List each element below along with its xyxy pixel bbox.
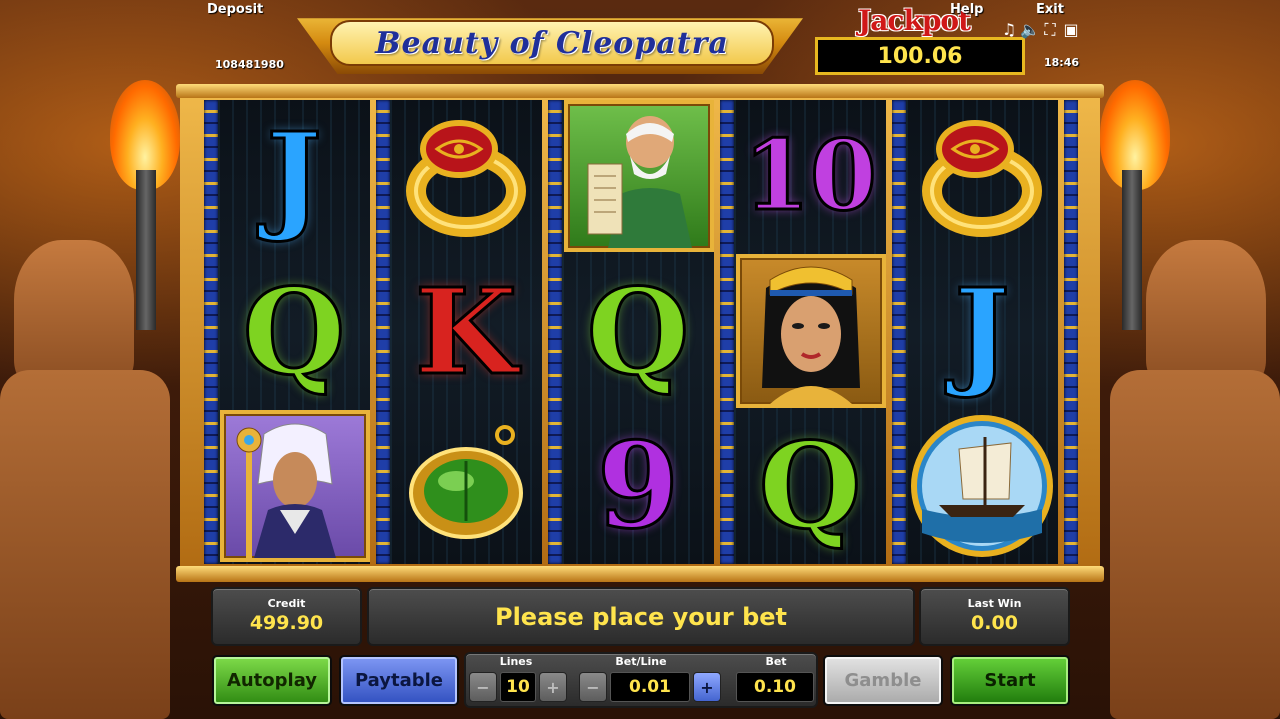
torch-left — [100, 80, 190, 340]
reel-divider — [376, 100, 390, 564]
fullscreen-icon[interactable]: ⛶ — [1041, 20, 1059, 40]
reel-divider — [720, 100, 734, 564]
frame-top — [176, 84, 1104, 98]
reel-divider — [204, 100, 218, 564]
sound-icon[interactable]: 🔈 — [1020, 20, 1040, 39]
bet-value: 0.10 — [736, 672, 814, 702]
symbol-scarab — [390, 410, 542, 562]
symbol-q: Q — [241, 262, 347, 401]
lines-label: Lines — [499, 655, 533, 668]
clock: 18:46 — [1044, 56, 1080, 69]
paytable-button[interactable]: Paytable — [339, 655, 459, 706]
credit-label: Credit — [267, 597, 306, 610]
deposit-value: 108481980 — [215, 58, 284, 71]
symbol-k: K — [413, 262, 519, 401]
bet-line-plus-button[interactable]: + — [693, 672, 721, 702]
symbol-j: J — [953, 262, 1012, 401]
symbol-ring — [906, 100, 1058, 252]
help-link[interactable]: Help — [950, 2, 983, 17]
symbol-j: J — [265, 106, 324, 245]
symbol-10: 10 — [742, 119, 879, 232]
start-button[interactable]: Start — [950, 655, 1070, 706]
gamble-button[interactable]: Gamble — [823, 655, 943, 706]
status-message: Please place your bet — [494, 602, 787, 631]
symbol-cleopatra — [736, 254, 886, 408]
message-panel: Please place your bet — [367, 587, 915, 646]
music-icon[interactable]: ♫ — [1000, 20, 1018, 39]
bet-line-label: Bet/Line — [615, 655, 667, 668]
bet-line-value: 0.01 — [610, 672, 690, 702]
last-win-label: Last Win — [967, 597, 1022, 610]
reel-5: J — [906, 100, 1058, 564]
lines-minus-button[interactable]: − — [469, 672, 497, 702]
last-win-panel: Last Win 0.00 — [919, 587, 1070, 646]
reel-2: K — [390, 100, 542, 564]
jackpot-value: 100.06 — [815, 37, 1025, 75]
credit-value: 499.90 — [249, 612, 324, 634]
autoplay-button[interactable]: Autoplay — [212, 655, 332, 706]
symbol-q: Q — [757, 416, 863, 555]
game-logo: Beauty of Cleopatra — [330, 20, 774, 66]
symbol-ship — [906, 410, 1058, 562]
symbol-pharaoh — [220, 410, 370, 562]
symbol-q: Q — [585, 262, 691, 401]
reel-4: 10 Q — [734, 100, 886, 564]
reel-1: J Q — [218, 100, 370, 564]
reel-3: Q 9 — [562, 100, 714, 564]
lines-value: 10 — [500, 672, 536, 702]
bet-controls: Lines Bet/Line Bet − 10 + − 0.01 + 0.10 — [464, 652, 818, 708]
lines-plus-button[interactable]: + — [539, 672, 567, 702]
reel-divider — [892, 100, 906, 564]
reel-divider — [1064, 100, 1078, 564]
reel-divider — [548, 100, 562, 564]
symbol-scribe — [564, 100, 714, 252]
symbol-ring — [390, 100, 542, 252]
symbol-9: 9 — [595, 416, 680, 555]
bet-line-minus-button[interactable]: − — [579, 672, 607, 702]
deposit-label[interactable]: Deposit — [207, 2, 263, 17]
torch-right — [1090, 80, 1180, 340]
settings-icon[interactable]: ▣ — [1062, 20, 1080, 39]
logo-text: Beauty of Cleopatra — [375, 25, 729, 61]
exit-link[interactable]: Exit — [1036, 2, 1064, 17]
last-win-value: 0.00 — [971, 612, 1018, 634]
bet-label: Bet — [765, 655, 787, 668]
credit-panel: Credit 499.90 — [211, 587, 362, 646]
frame-bottom — [176, 566, 1104, 582]
